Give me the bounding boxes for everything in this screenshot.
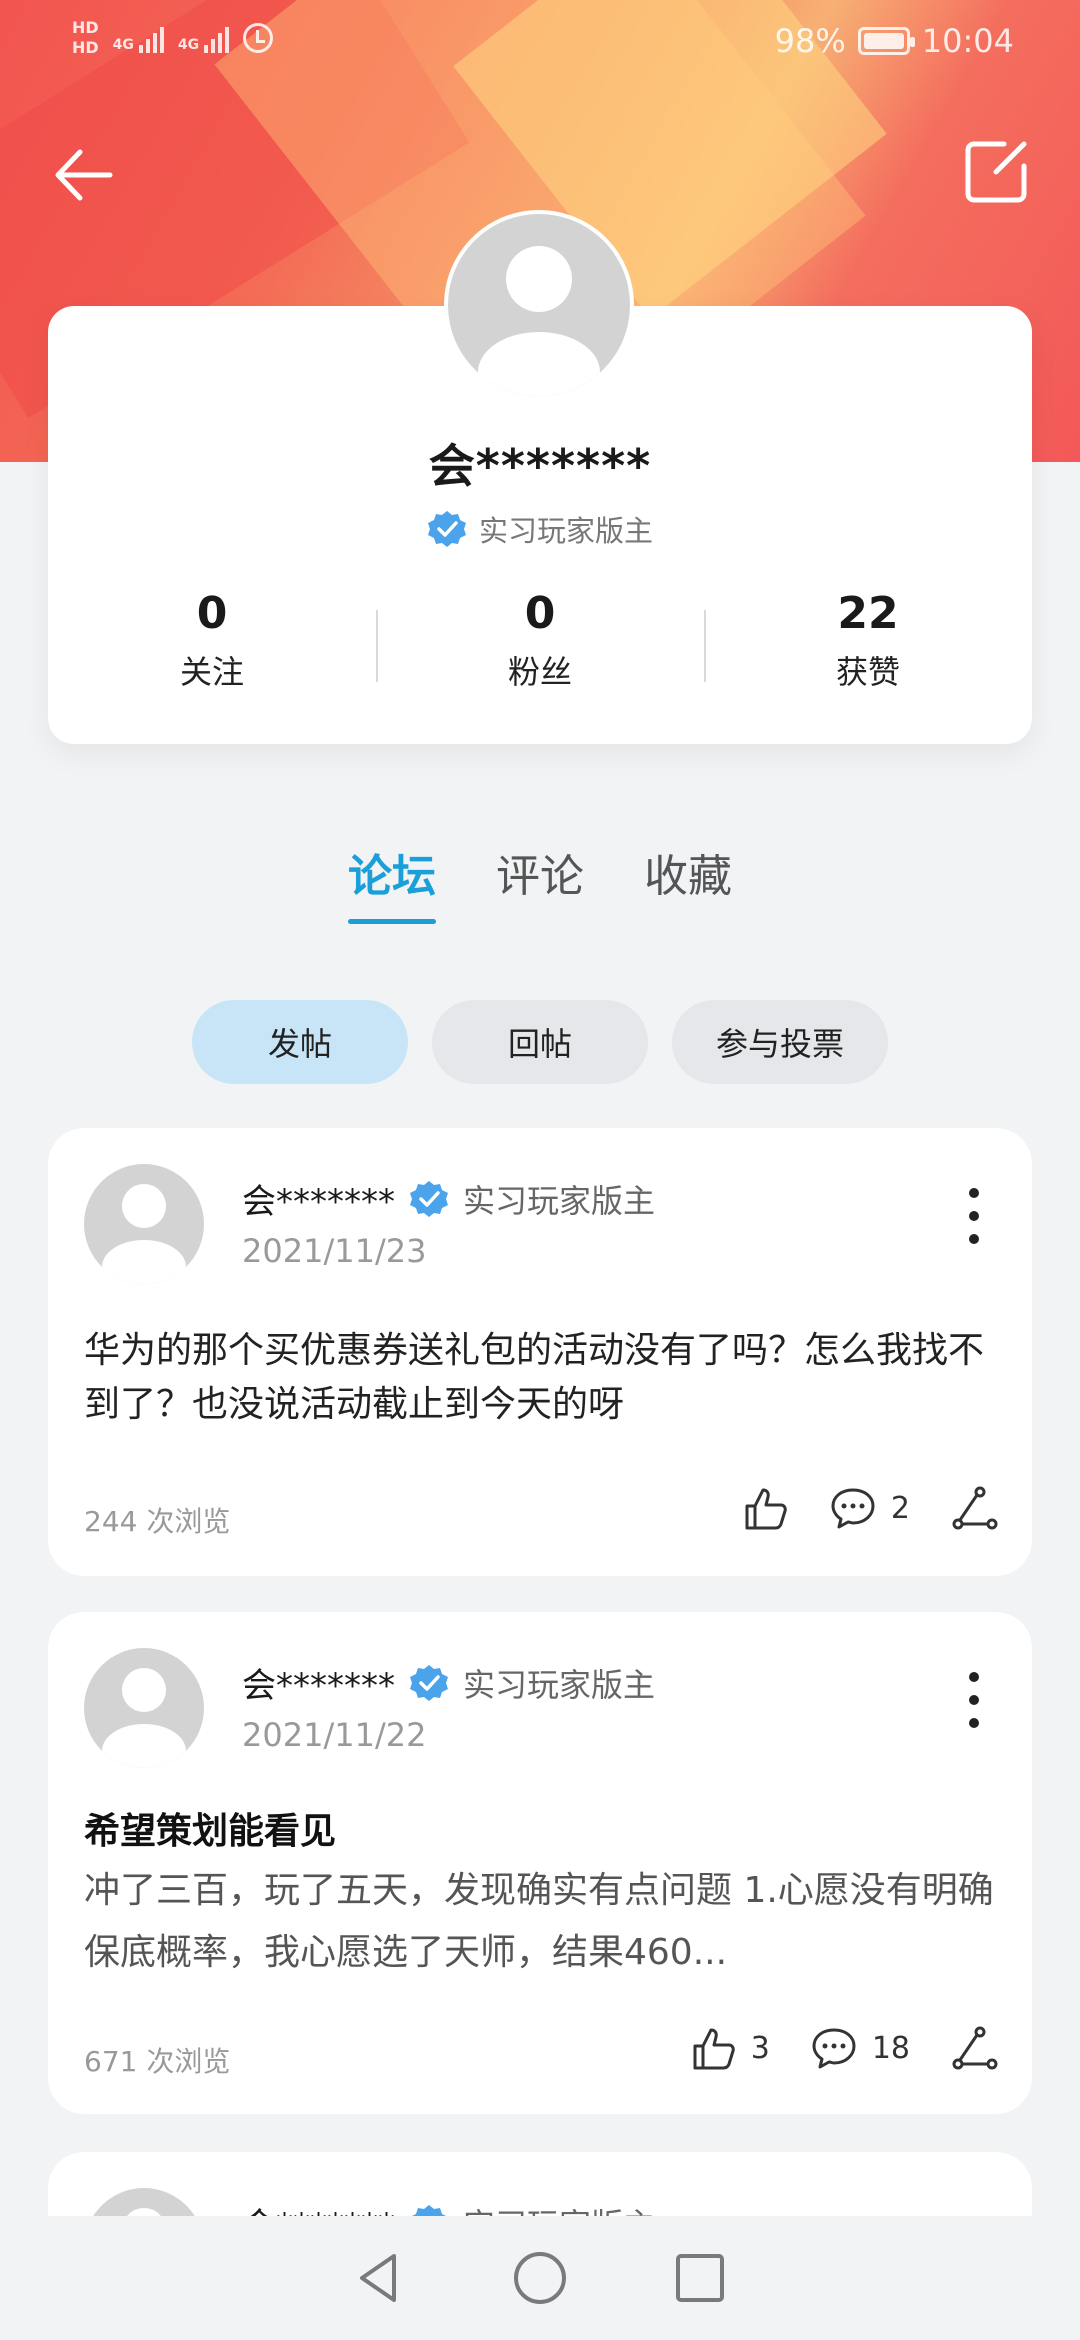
- profile-avatar[interactable]: [444, 210, 634, 400]
- comment-icon: [812, 2028, 856, 2069]
- comment-icon: [831, 1488, 875, 1529]
- share-icon: [952, 1486, 998, 1530]
- nav-back-icon[interactable]: [350, 2248, 410, 2308]
- stat-followers[interactable]: 0 粉丝: [376, 588, 704, 693]
- signal-icon-2: 4G: [178, 23, 230, 53]
- profile-name: 会*******: [428, 439, 652, 493]
- post-date: 2021/11/23: [242, 1232, 427, 1270]
- thumbs-up-icon: [693, 2028, 735, 2070]
- like-button[interactable]: [741, 1484, 789, 1532]
- chip-votes[interactable]: 参与投票: [672, 1000, 888, 1084]
- verified-badge-icon: [410, 1180, 448, 1217]
- alarm-icon: [243, 23, 274, 53]
- chip-replies[interactable]: 回帖: [432, 1000, 648, 1084]
- tab-favorites[interactable]: 收藏: [644, 840, 732, 918]
- stat-likes[interactable]: 22 获赞: [704, 588, 1032, 693]
- post-content[interactable]: 冲了三百，玩了五天，发现确实有点问题 1.心愿没有明确保底概率，我心愿选了天师，…: [84, 1860, 996, 1984]
- arrow-left-icon: [55, 149, 113, 201]
- tab-forum[interactable]: 论坛: [348, 840, 436, 924]
- comment-button[interactable]: 2: [829, 1484, 910, 1532]
- more-options-icon[interactable]: [966, 1188, 982, 1244]
- verified-badge-icon: [427, 511, 466, 547]
- profile-role-badge: 实习玩家版主: [48, 508, 1032, 550]
- post-card[interactable]: 会******* 实习玩家版主 2021/11/22 希望策划能看见 冲了三百，…: [48, 1612, 1032, 2114]
- hd-indicator: HD HD: [72, 18, 99, 57]
- battery-percent: 98%: [774, 22, 846, 60]
- edit-icon: [965, 141, 1027, 203]
- back-button[interactable]: [50, 140, 120, 210]
- like-button[interactable]: 3: [689, 2024, 770, 2072]
- comment-button[interactable]: 18: [810, 2024, 910, 2072]
- post-actions: 2: [741, 1484, 998, 1532]
- post-card[interactable]: 会******* 实习玩家版主 2021/11/23 华为的那个买优惠券送礼包的…: [48, 1128, 1032, 1576]
- nav-recents-icon[interactable]: [670, 2248, 730, 2308]
- battery-icon: [857, 27, 915, 55]
- post-views: 244 次浏览: [84, 1505, 231, 1538]
- system-navigation-bar: [0, 2216, 1080, 2340]
- post-actions: 3 18: [689, 2024, 998, 2072]
- status-bar: HD HD 4G 4G 98% 10:04: [0, 0, 1080, 90]
- edit-profile-button[interactable]: [960, 136, 1032, 208]
- chip-posts[interactable]: 发帖: [192, 1000, 408, 1084]
- post-filter-chips: 发帖 回帖 参与投票: [0, 1000, 1080, 1084]
- clock: 10:04: [921, 22, 1014, 60]
- post-date: 2021/11/22: [242, 1716, 427, 1754]
- share-icon: [952, 2026, 998, 2070]
- post-author: 会******* 实习玩家版主: [242, 1658, 655, 1707]
- verified-badge-icon: [410, 1664, 448, 1701]
- nav-home-icon[interactable]: [510, 2248, 570, 2308]
- avatar[interactable]: [84, 1648, 204, 1768]
- post-views: 671 次浏览: [84, 2045, 231, 2078]
- content-tabs: 论坛 评论 收藏: [0, 840, 1080, 924]
- post-author: 会******* 实习玩家版主: [242, 1174, 655, 1223]
- post-content[interactable]: 华为的那个买优惠券送礼包的活动没有了吗？怎么我找不到了？也没说活动截止到今天的呀: [84, 1324, 996, 1432]
- share-button[interactable]: [950, 1484, 998, 1532]
- signal-icon: 4G: [113, 23, 164, 53]
- thumbs-up-icon: [745, 1488, 787, 1530]
- post-title[interactable]: 希望策划能看见: [84, 1802, 996, 1854]
- tab-comments[interactable]: 评论: [496, 840, 584, 918]
- stat-following[interactable]: 0 关注: [48, 588, 376, 693]
- avatar[interactable]: [84, 1164, 204, 1284]
- share-button[interactable]: [950, 2024, 998, 2072]
- more-options-icon[interactable]: [966, 1672, 982, 1728]
